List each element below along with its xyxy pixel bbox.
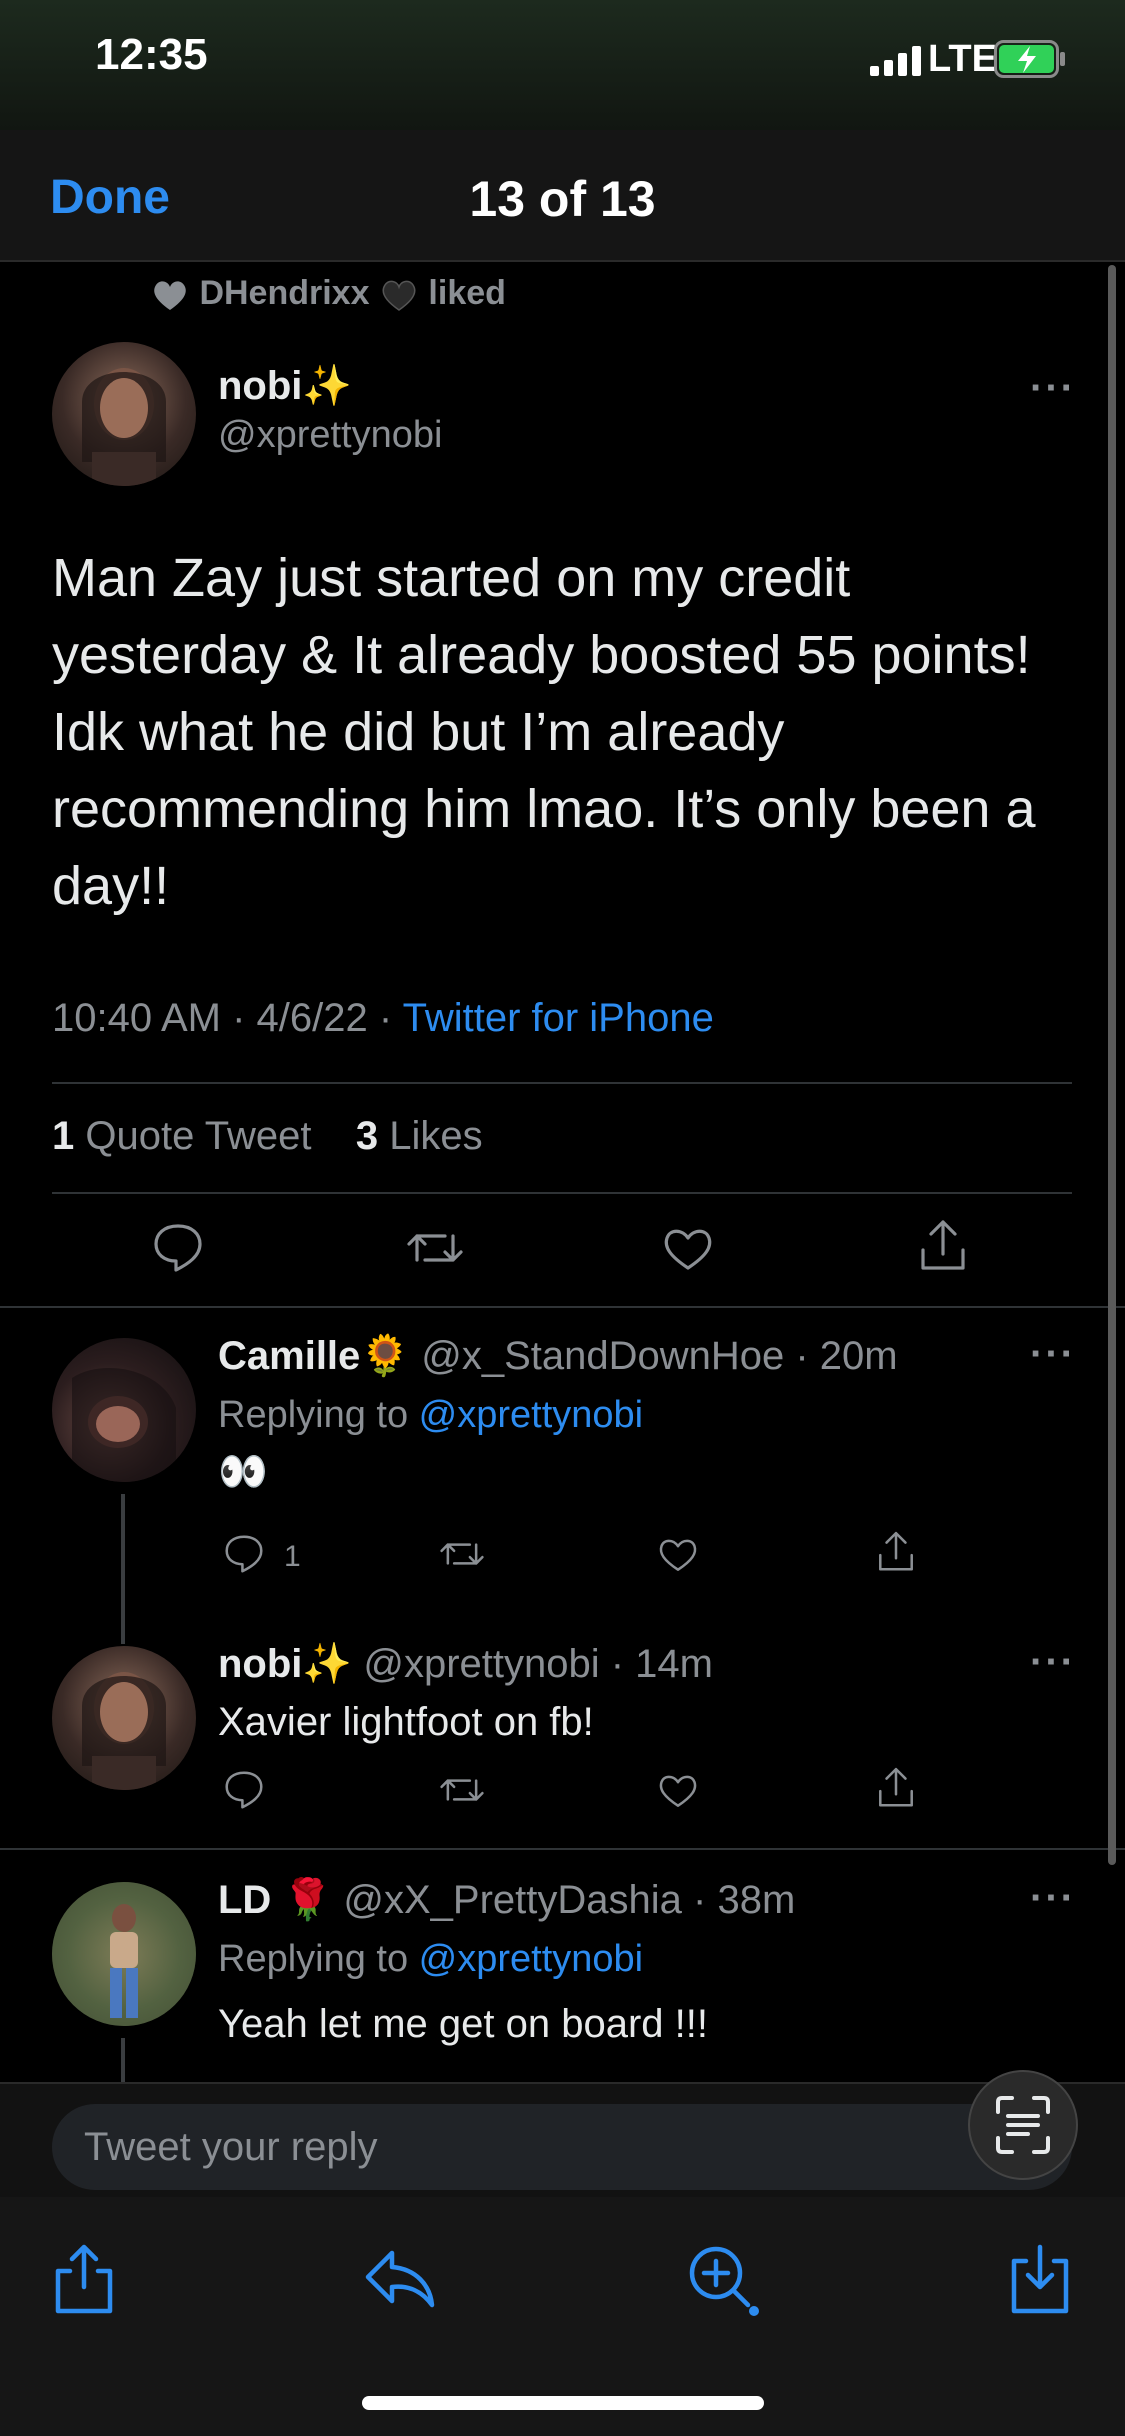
share-icon[interactable] xyxy=(44,2239,124,2319)
reply-bubble-icon[interactable] xyxy=(150,1220,206,1276)
likes-stat[interactable]: 3 Likes xyxy=(356,1114,483,1158)
avatar[interactable] xyxy=(52,1338,196,1482)
network-label: LTE xyxy=(928,38,997,80)
avatar-photo xyxy=(82,1672,166,1790)
status-time: 12:35 xyxy=(95,30,208,79)
reply-handle-time[interactable]: @xX_PrettyDashia · 38m xyxy=(343,1878,795,1922)
liked-by-name[interactable]: DHendrixx xyxy=(199,274,369,312)
heart-icon xyxy=(154,281,186,311)
tweet-timestamp: 10:40 AM · 4/6/22 · Twitter for iPhone xyxy=(52,996,714,1040)
reply-text: Xavier lightfoot on fb! xyxy=(218,1700,594,1744)
reply-header: nobi✨ @xprettynobi · 14m xyxy=(218,1640,713,1687)
avatar-photo xyxy=(82,368,166,486)
divider xyxy=(52,1192,1072,1194)
like-heart-icon[interactable] xyxy=(660,1220,716,1276)
reply-author-name[interactable]: LD xyxy=(218,1878,271,1922)
screenshot-content: DHendrixx liked nobi✨ @xprettynobi ··· M… xyxy=(0,262,1125,2082)
liked-label: liked xyxy=(428,274,506,312)
replying-to-link[interactable]: @xprettynobi xyxy=(419,1938,643,1980)
avatar-photo xyxy=(52,1882,196,2026)
reply-count: 1 xyxy=(284,1540,301,1573)
sunflower-emoji: 🌻 xyxy=(360,1334,411,1378)
retweet-icon[interactable] xyxy=(438,1768,486,1812)
more-options-icon[interactable]: ··· xyxy=(1030,1876,1076,1921)
reply-text: 👀 xyxy=(218,1450,268,1494)
more-options-icon[interactable]: ··· xyxy=(1030,1640,1076,1685)
avatar[interactable] xyxy=(52,342,196,486)
liked-by-row: DHendrixx liked xyxy=(150,274,506,315)
tweet-text: Man Zay just started on my credit yester… xyxy=(52,548,1036,916)
thread-connector xyxy=(121,1494,125,1644)
reply-handle-time[interactable]: @x_StandDownHoe · 20m xyxy=(421,1334,897,1378)
replying-to-link[interactable]: @xprettynobi xyxy=(419,1394,643,1436)
scrollbar[interactable] xyxy=(1108,265,1116,1865)
reply-bubble-icon[interactable] xyxy=(222,1768,266,1812)
tweet-reply-input[interactable] xyxy=(52,2104,1072,2190)
tweet-author-handle[interactable]: @xprettynobi xyxy=(218,414,442,457)
tweet-author-name[interactable]: nobi✨ xyxy=(218,362,352,409)
share-icon[interactable] xyxy=(874,1528,918,1576)
sparkles-emoji: ✨ xyxy=(302,364,353,408)
live-text-scan-button[interactable] xyxy=(968,2070,1078,2180)
divider xyxy=(0,1848,1125,1850)
like-heart-icon[interactable] xyxy=(656,1768,700,1812)
black-heart-icon xyxy=(382,280,416,311)
tweet-stats: 1 Quote Tweet 3 Likes xyxy=(52,1114,483,1159)
reply-handle-time[interactable]: @xprettynobi · 14m xyxy=(363,1642,713,1686)
share-icon[interactable] xyxy=(915,1216,971,1276)
reply-author-name[interactable]: Camille xyxy=(218,1334,360,1378)
more-options-icon[interactable]: ··· xyxy=(1030,1332,1076,1377)
thread-connector xyxy=(121,2038,125,2082)
download-icon[interactable] xyxy=(1000,2239,1080,2319)
reply-header: Camille🌻 @x_StandDownHoe · 20m xyxy=(218,1332,898,1379)
avatar-photo xyxy=(72,1368,176,1482)
share-icon[interactable] xyxy=(874,1764,918,1812)
retweet-icon[interactable] xyxy=(438,1532,486,1576)
avatar[interactable] xyxy=(52,1882,196,2026)
text-scan-icon xyxy=(996,2096,1050,2154)
battery-charging-icon xyxy=(994,40,1065,78)
sparkles-emoji: ✨ xyxy=(302,1642,353,1686)
rose-emoji: 🌹 xyxy=(282,1878,333,1922)
avatar[interactable] xyxy=(52,1646,196,1790)
reply-bubble-icon[interactable] xyxy=(222,1532,266,1576)
divider xyxy=(52,1082,1072,1084)
signal-bars-icon xyxy=(870,46,921,76)
home-indicator[interactable] xyxy=(362,2396,764,2410)
divider xyxy=(0,1306,1125,1308)
more-options-icon[interactable]: ··· xyxy=(1030,366,1076,411)
like-heart-icon[interactable] xyxy=(656,1532,700,1576)
viewer-nav-bar: Done 13 of 13 xyxy=(0,130,1125,262)
replying-to: Replying to @xprettynobi xyxy=(218,1938,644,1980)
reply-text: Yeah let me get on board !!! xyxy=(218,2002,708,2046)
photo-counter: 13 of 13 xyxy=(469,171,656,227)
reply-author-name[interactable]: nobi xyxy=(218,1642,302,1686)
quote-tweet-stat[interactable]: 1 Quote Tweet xyxy=(52,1114,311,1158)
zoom-in-icon[interactable] xyxy=(682,2239,762,2319)
tweet-source-link[interactable]: Twitter for iPhone xyxy=(403,996,714,1040)
reply-icon[interactable] xyxy=(360,2239,440,2319)
status-bar: 12:35 LTE xyxy=(0,0,1125,130)
retweet-icon[interactable] xyxy=(405,1220,465,1276)
reply-header: LD 🌹 @xX_PrettyDashia · 38m xyxy=(218,1876,795,1923)
replying-to: Replying to @xprettynobi xyxy=(218,1394,644,1436)
